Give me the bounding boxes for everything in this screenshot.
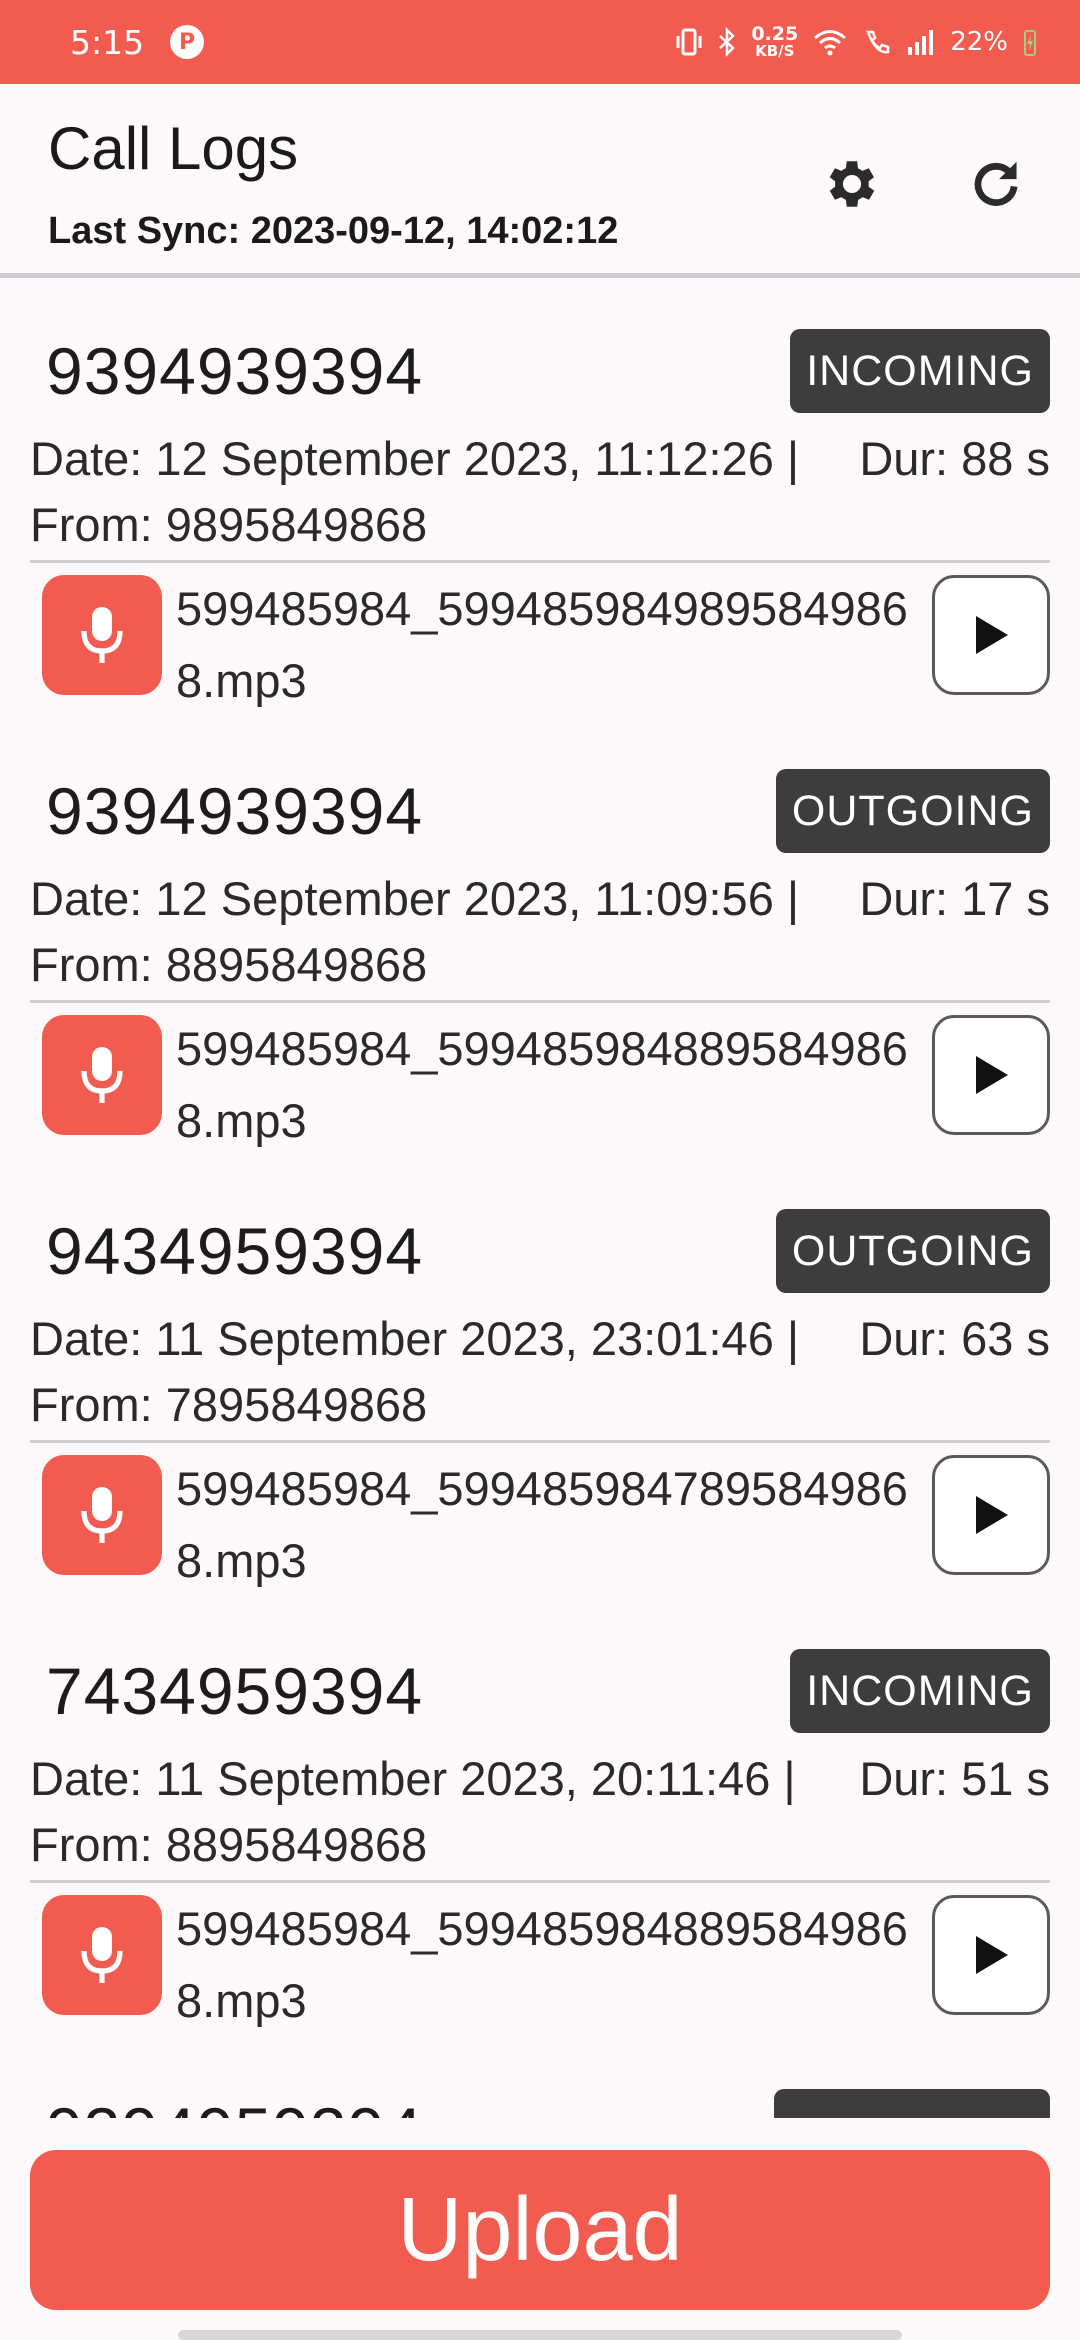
play-button[interactable]: [932, 1455, 1050, 1575]
battery-percent: 22%: [950, 27, 1008, 57]
microphone-icon: [81, 1487, 123, 1543]
divider: [30, 1440, 1050, 1443]
play-icon: [976, 1056, 1008, 1094]
refresh-button[interactable]: [956, 144, 1036, 224]
upload-button[interactable]: Upload: [30, 2150, 1050, 2310]
call-number: 7434959394: [46, 1654, 424, 1728]
record-button[interactable]: [42, 575, 162, 695]
record-button[interactable]: [42, 1455, 162, 1575]
app-header: Call Logs Last Sync: 2023-09-12, 14:02:1…: [0, 84, 1080, 278]
call-duration: Dur: 17 s: [859, 872, 1050, 925]
recording-filename: 599485984_5994859848895849868.mp3: [176, 1022, 908, 1147]
call-number: 9394939394: [46, 774, 424, 848]
play-button[interactable]: [932, 575, 1050, 695]
call-log-item: 9434959394 OUTGOING Date: 11 September 2…: [0, 1163, 1080, 1603]
app-notification-icon: P: [170, 25, 205, 59]
call-from: From: 7895849868: [30, 1378, 428, 1431]
wifi-calling-icon: [862, 27, 892, 57]
recording-filename: 599485984_5994859847895849868.mp3: [176, 1462, 908, 1587]
page-title: Call Logs: [48, 115, 299, 182]
recording-filename: 599485984_5994859849895849868.mp3: [176, 582, 908, 707]
call-date: Date: 12 September 2023, 11:12:26 |: [30, 432, 800, 485]
battery-charging-icon: [1022, 27, 1038, 57]
microphone-icon: [81, 607, 123, 663]
last-sync-label: Last Sync: 2023-09-12, 14:02:12: [48, 210, 619, 252]
call-from: From: 9895849868: [30, 498, 428, 551]
call-type-badge: INCOMING: [790, 1649, 1050, 1733]
call-date: Date: 11 September 2023, 20:11:46 |: [30, 1752, 796, 1805]
call-type-badge: INCOMING: [790, 329, 1050, 413]
vibrate-icon: [675, 27, 703, 57]
network-speed: 0.25 KB/S: [751, 23, 799, 60]
gear-icon: [829, 161, 875, 207]
gesture-nav-bar[interactable]: [178, 2330, 902, 2340]
wifi-icon: [812, 27, 848, 57]
call-log-item: 9394939394 OUTGOING Date: 12 September 2…: [0, 723, 1080, 1163]
status-bar: 5:15 P 0.25 KB/S 22%: [0, 0, 1080, 84]
play-button[interactable]: [932, 1895, 1050, 2015]
settings-button[interactable]: [812, 144, 892, 224]
play-icon: [976, 1936, 1008, 1974]
call-log-item: 9394939394 INCOMING Date: 12 September 2…: [0, 283, 1080, 723]
play-icon: [976, 616, 1008, 654]
divider: [30, 560, 1050, 563]
divider: [30, 1000, 1050, 1003]
call-log-item-partial: 9394959394: [0, 2043, 1080, 2118]
call-type-badge: [774, 2089, 1050, 2118]
microphone-icon: [81, 1927, 123, 1983]
call-from: From: 8895849868: [30, 1818, 428, 1871]
bluetooth-icon: [717, 27, 737, 57]
microphone-icon: [81, 1047, 123, 1103]
call-date: Date: 12 September 2023, 11:09:56 |: [30, 872, 800, 925]
recording-filename: 599485984_5994859848895849868.mp3: [176, 1902, 908, 2027]
call-duration: Dur: 51 s: [859, 1752, 1050, 1805]
call-date: Date: 11 September 2023, 23:01:46 |: [30, 1312, 800, 1365]
refresh-icon: [974, 161, 1018, 206]
call-number: 9394959394: [46, 2093, 423, 2118]
play-button[interactable]: [932, 1015, 1050, 1135]
call-duration: Dur: 88 s: [859, 432, 1050, 485]
call-log-item: 7434959394 INCOMING Date: 11 September 2…: [0, 1603, 1080, 2043]
call-from: From: 8895849868: [30, 938, 428, 991]
signal-icon: [906, 27, 936, 57]
divider: [30, 1880, 1050, 1883]
play-icon: [976, 1496, 1008, 1534]
record-button[interactable]: [42, 1015, 162, 1135]
call-number: 9434959394: [46, 1214, 424, 1288]
call-log-list[interactable]: 9394939394 INCOMING Date: 12 September 2…: [0, 283, 1080, 2118]
call-type-badge: OUTGOING: [775, 1209, 1050, 1293]
record-button[interactable]: [42, 1895, 162, 2015]
call-number: 9394939394: [46, 334, 424, 408]
status-time: 5:15: [70, 22, 145, 62]
call-type-badge: OUTGOING: [775, 769, 1050, 853]
call-duration: Dur: 63 s: [859, 1312, 1050, 1365]
